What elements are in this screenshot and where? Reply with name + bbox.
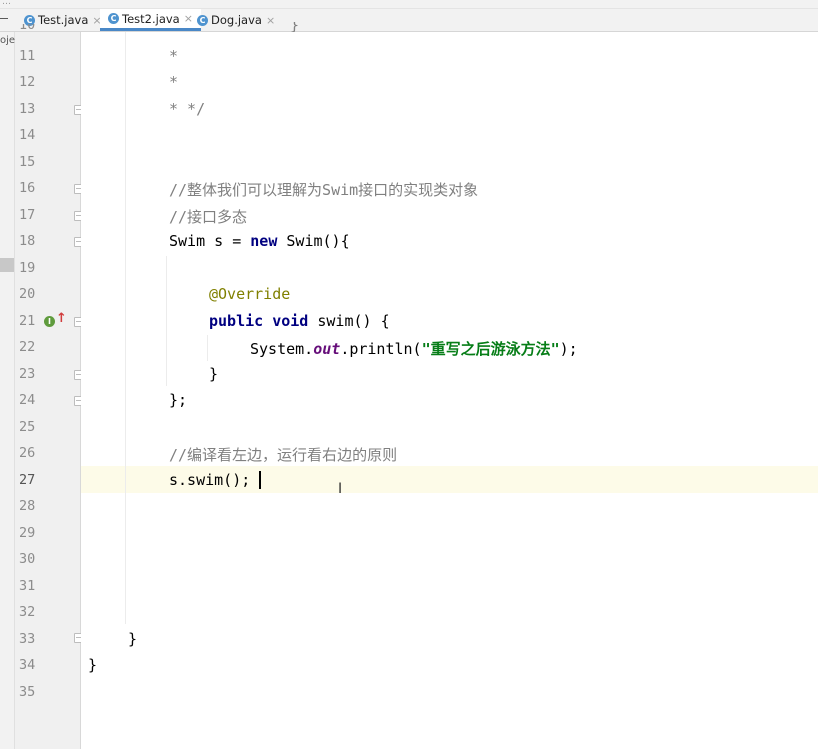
line-number: 30: [19, 551, 36, 567]
line-number: 14: [19, 127, 36, 143]
line-number: 19: [19, 260, 36, 276]
indent-guide: [125, 32, 126, 624]
line-number: 17: [19, 207, 36, 223]
line-number: 25: [19, 419, 36, 435]
mouse-ibeam-cursor-icon: I: [338, 481, 343, 497]
tab-bar-edge: [0, 18, 8, 19]
line-number: 31: [19, 578, 36, 594]
code-line-10: }: [290, 22, 300, 32]
code-keyword: new: [250, 232, 278, 250]
code-line-21: public void swim() {: [209, 312, 390, 330]
code-static-field: out: [313, 340, 341, 358]
line-number: 33: [19, 631, 36, 647]
code-line-24: };: [169, 391, 188, 409]
line-number: 22: [19, 339, 36, 355]
tab-label: Test2.java: [122, 11, 180, 26]
java-class-icon: C: [108, 13, 119, 24]
line-number: 13: [19, 101, 36, 117]
code-line-12: *: [169, 73, 179, 91]
code-line-16-comment: //整体我们可以理解为Swim接口的实现类对象: [169, 181, 479, 199]
line-number: 12: [19, 74, 36, 90]
line-number: 11: [19, 48, 36, 64]
code-token: Swim s =: [169, 232, 251, 250]
project-tool-strip[interactable]: oje: [0, 32, 15, 749]
code-line-23: }: [209, 365, 219, 383]
code-token: swim() {: [308, 312, 390, 330]
code-line-34: }: [88, 656, 98, 674]
tab-dog-java[interactable]: C Dog.java ×: [197, 9, 275, 31]
code-line-27: s.swim();: [169, 471, 251, 489]
code-line-13: * */: [169, 100, 206, 118]
line-number: 32: [19, 604, 36, 620]
line-number: 23: [19, 366, 36, 382]
code-line-22: System.out.println("重写之后游泳方法");: [250, 338, 578, 359]
code-editor[interactable]: [81, 32, 818, 749]
close-icon[interactable]: ×: [266, 14, 275, 27]
code-line-17-comment: //接口多态: [169, 208, 248, 226]
line-number: 26: [19, 445, 36, 461]
code-line-26-comment: //编译看左边，运行看右边的原则: [169, 446, 398, 464]
line-number: 34: [19, 657, 36, 673]
editor-tab-bar: C Test.java × C Test2.java × C Dog.java …: [0, 9, 818, 32]
line-number: 28: [19, 498, 36, 514]
go-to-interface-arrow-icon[interactable]: ↑: [56, 311, 67, 326]
line-number: 20: [19, 286, 36, 302]
project-tool-label[interactable]: oje: [0, 35, 15, 46]
line-number-current: 27: [19, 472, 36, 488]
line-number: 10: [19, 24, 36, 32]
code-line-11: *: [169, 47, 179, 65]
line-number: 35: [19, 684, 36, 700]
java-class-icon: C: [197, 14, 208, 26]
close-icon[interactable]: ×: [184, 12, 193, 25]
code-token: );: [559, 340, 578, 358]
indent-guide: [166, 256, 167, 386]
tab-test2-java[interactable]: C Test2.java ×: [100, 9, 201, 31]
line-number: 16: [19, 180, 36, 196]
code-string: "重写之后游泳方法": [421, 340, 560, 358]
code-line-18: Swim s = new Swim(){: [169, 232, 350, 250]
implements-method-icon[interactable]: I: [44, 316, 55, 327]
code-line-33: }: [128, 630, 138, 648]
line-number: 15: [19, 154, 36, 170]
indent-guide: [207, 335, 208, 361]
code-keyword: public void: [209, 312, 309, 330]
line-number: 24: [19, 392, 36, 408]
code-token: Swim(){: [277, 232, 350, 250]
line-number: 29: [19, 525, 36, 541]
code-token: .println(: [340, 340, 422, 358]
code-token: System.: [250, 340, 314, 358]
project-tool-selection: [0, 258, 14, 272]
breadcrumb: …: [0, 0, 818, 9]
tab-label: Dog.java: [211, 13, 262, 27]
text-caret: [259, 471, 261, 489]
line-number: 18: [19, 233, 36, 249]
code-line-20-annotation: @Override: [209, 285, 291, 303]
